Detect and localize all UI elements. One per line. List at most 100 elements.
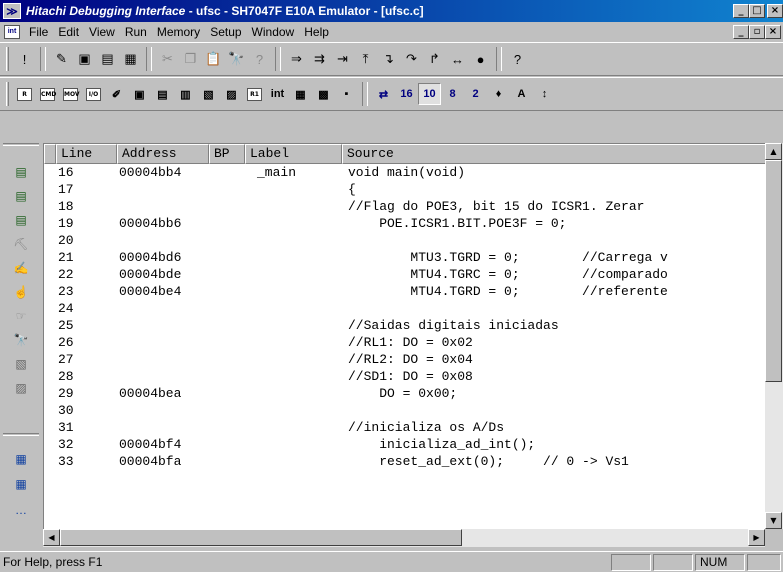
menu-help[interactable]: Help	[299, 25, 334, 39]
scroll-left-button[interactable]: ◀	[43, 529, 60, 546]
source-row[interactable]: 22 00004bde MTU4.TGRC = 0; //comparado	[44, 266, 766, 283]
menu-memory[interactable]: Memory	[152, 25, 205, 39]
go-button[interactable]: ⇒	[285, 48, 308, 70]
find-next-button[interactable]: ?	[248, 48, 271, 70]
paste-button[interactable]: 📋	[202, 48, 225, 70]
go-to-cursor-button[interactable]: ⇥	[331, 48, 354, 70]
register-window-icon[interactable]: ▦	[13, 451, 29, 467]
labels-button[interactable]: ▥	[174, 83, 197, 105]
more-icon[interactable]: …	[13, 502, 29, 518]
find-source-icon[interactable]: 🔭	[13, 332, 29, 348]
memory-window-icon[interactable]: ▨	[13, 380, 29, 396]
registers-button[interactable]: R	[13, 83, 36, 105]
source-row[interactable]: 24	[44, 300, 766, 317]
close-button[interactable]: ×	[767, 4, 783, 18]
radix-mixed-button[interactable]: ⇄	[372, 83, 395, 105]
status-window-button[interactable]: ▧	[197, 83, 220, 105]
menu-setup[interactable]: Setup	[205, 25, 246, 39]
menu-view[interactable]: View	[84, 25, 120, 39]
memory-button[interactable]: MOV	[59, 83, 82, 105]
run-to-icon[interactable]: ⛏	[13, 236, 29, 252]
source-row[interactable]: 17 {	[44, 181, 766, 198]
source-row[interactable]: 33 00004bfa reset_ad_ext(0); // 0 -> Vs1	[44, 453, 766, 470]
mdi-restore-button[interactable]: ▫	[749, 25, 765, 39]
header-source[interactable]: Source	[342, 144, 766, 164]
reset-go-button[interactable]: ⇉	[308, 48, 331, 70]
source-row[interactable]: 20	[44, 232, 766, 249]
session-button[interactable]: ▦	[119, 48, 142, 70]
header-line[interactable]: Line	[56, 144, 117, 164]
performance-button[interactable]: ▪	[335, 83, 358, 105]
locals-button[interactable]: ▤	[151, 83, 174, 105]
breakpoints-button[interactable]: ✐	[105, 83, 128, 105]
source-window-icon[interactable]: ▤	[13, 164, 29, 180]
source-row[interactable]: 25 //Saidas digitais iniciadas	[44, 317, 766, 334]
watch-add-icon[interactable]: ☝	[13, 284, 29, 300]
horizontal-scrollbar[interactable]: ◀ ▶	[43, 529, 783, 547]
help-button[interactable]: ?	[506, 48, 529, 70]
step-out-button[interactable]: ↱	[423, 48, 446, 70]
columns-button[interactable]: ↕	[533, 83, 556, 105]
source-row[interactable]: 31 //inicializa os A/Ds	[44, 419, 766, 436]
trace-window-icon[interactable]: ▧	[13, 356, 29, 372]
source-row[interactable]: 29 00004bea DO = 0x00;	[44, 385, 766, 402]
source-row[interactable]: 27 //RL2: DO = 0x04	[44, 351, 766, 368]
disassembly-window-icon[interactable]: ▤	[13, 188, 29, 204]
image-button[interactable]: ▨	[220, 83, 243, 105]
step-in-button[interactable]: ↴	[377, 48, 400, 70]
mdi-close-button[interactable]: ×	[765, 25, 781, 39]
source-row[interactable]: 19 00004bb6 POE.ICSR1.BIT.POE3F = 0;	[44, 215, 766, 232]
step-over-button[interactable]: ↷	[400, 48, 423, 70]
set-pc-button[interactable]: ⤒	[354, 48, 377, 70]
radix-16-button[interactable]: 16	[395, 83, 418, 105]
copy-button[interactable]: ❐	[179, 48, 202, 70]
cut-button[interactable]: ✂	[156, 48, 179, 70]
trace-button[interactable]: ▦	[289, 83, 312, 105]
modify-pc-icon[interactable]: ✍	[13, 260, 29, 276]
watch-button[interactable]: ▣	[128, 83, 151, 105]
app-icon[interactable]: ≫	[3, 3, 21, 19]
maximize-button[interactable]: □	[749, 4, 765, 18]
ascii-button[interactable]: A	[510, 83, 533, 105]
stop-button[interactable]: ●	[469, 48, 492, 70]
horizontal-scroll-thumb[interactable]	[60, 529, 462, 546]
step-button[interactable]: ↔	[446, 48, 469, 70]
hint-button[interactable]: !	[13, 48, 36, 70]
find-button[interactable]: 🔭	[225, 48, 248, 70]
source-row[interactable]: 32 00004bf4 inicializa_ad_int();	[44, 436, 766, 453]
menu-edit[interactable]: Edit	[53, 25, 84, 39]
source-row[interactable]: 26 //RL1: DO = 0x02	[44, 334, 766, 351]
instant-watch-icon[interactable]: ☞	[13, 308, 29, 324]
radix-2-button[interactable]: 2	[464, 83, 487, 105]
scroll-down-button[interactable]: ▼	[765, 512, 782, 529]
radix-10-button[interactable]: 10	[418, 83, 441, 105]
source-row[interactable]: 28 //SD1: DO = 0x08	[44, 368, 766, 385]
mdi-minimize-button[interactable]: _	[733, 25, 749, 39]
register-list-button[interactable]: R1	[243, 83, 266, 105]
source-view[interactable]: Line Address BP Label Source 16 00004bb4 _…	[43, 143, 783, 547]
scroll-up-button[interactable]: ▲	[765, 143, 782, 160]
source-row[interactable]: 30	[44, 402, 766, 419]
minimize-button[interactable]: _	[733, 4, 749, 18]
document-icon[interactable]: int	[4, 25, 20, 39]
menu-window[interactable]: Window	[247, 25, 300, 39]
header-address[interactable]: Address	[117, 144, 209, 164]
source-row[interactable]: 23 00004be4 MTU4.TGRD = 0; //referente	[44, 283, 766, 300]
vertical-scrollbar[interactable]: ▲ ▼	[765, 143, 783, 529]
source-row[interactable]: 18 //Flag do POE3, bit 15 do ICSR1. Zerar	[44, 198, 766, 215]
io-button[interactable]: I/O	[82, 83, 105, 105]
source-row[interactable]: 16 00004bb4 _main void main(void)	[44, 164, 766, 181]
open-session-button[interactable]: ▣	[73, 48, 96, 70]
mixed-window-icon[interactable]: ▤	[13, 212, 29, 228]
save-session-button[interactable]: ▤	[96, 48, 119, 70]
source-row[interactable]: 21 00004bd6 MTU3.TGRD = 0; //Carrega v	[44, 249, 766, 266]
disassembly-button[interactable]: CMD	[36, 83, 59, 105]
profile-button[interactable]: ▩	[312, 83, 335, 105]
menu-run[interactable]: Run	[120, 25, 152, 39]
radix-8-button[interactable]: 8	[441, 83, 464, 105]
scroll-right-button[interactable]: ▶	[748, 529, 765, 546]
vertical-scroll-thumb[interactable]	[765, 160, 782, 382]
new-session-button[interactable]: ✎	[50, 48, 73, 70]
menu-file[interactable]: File	[24, 25, 53, 39]
interrupt-button[interactable]: int	[266, 83, 289, 105]
